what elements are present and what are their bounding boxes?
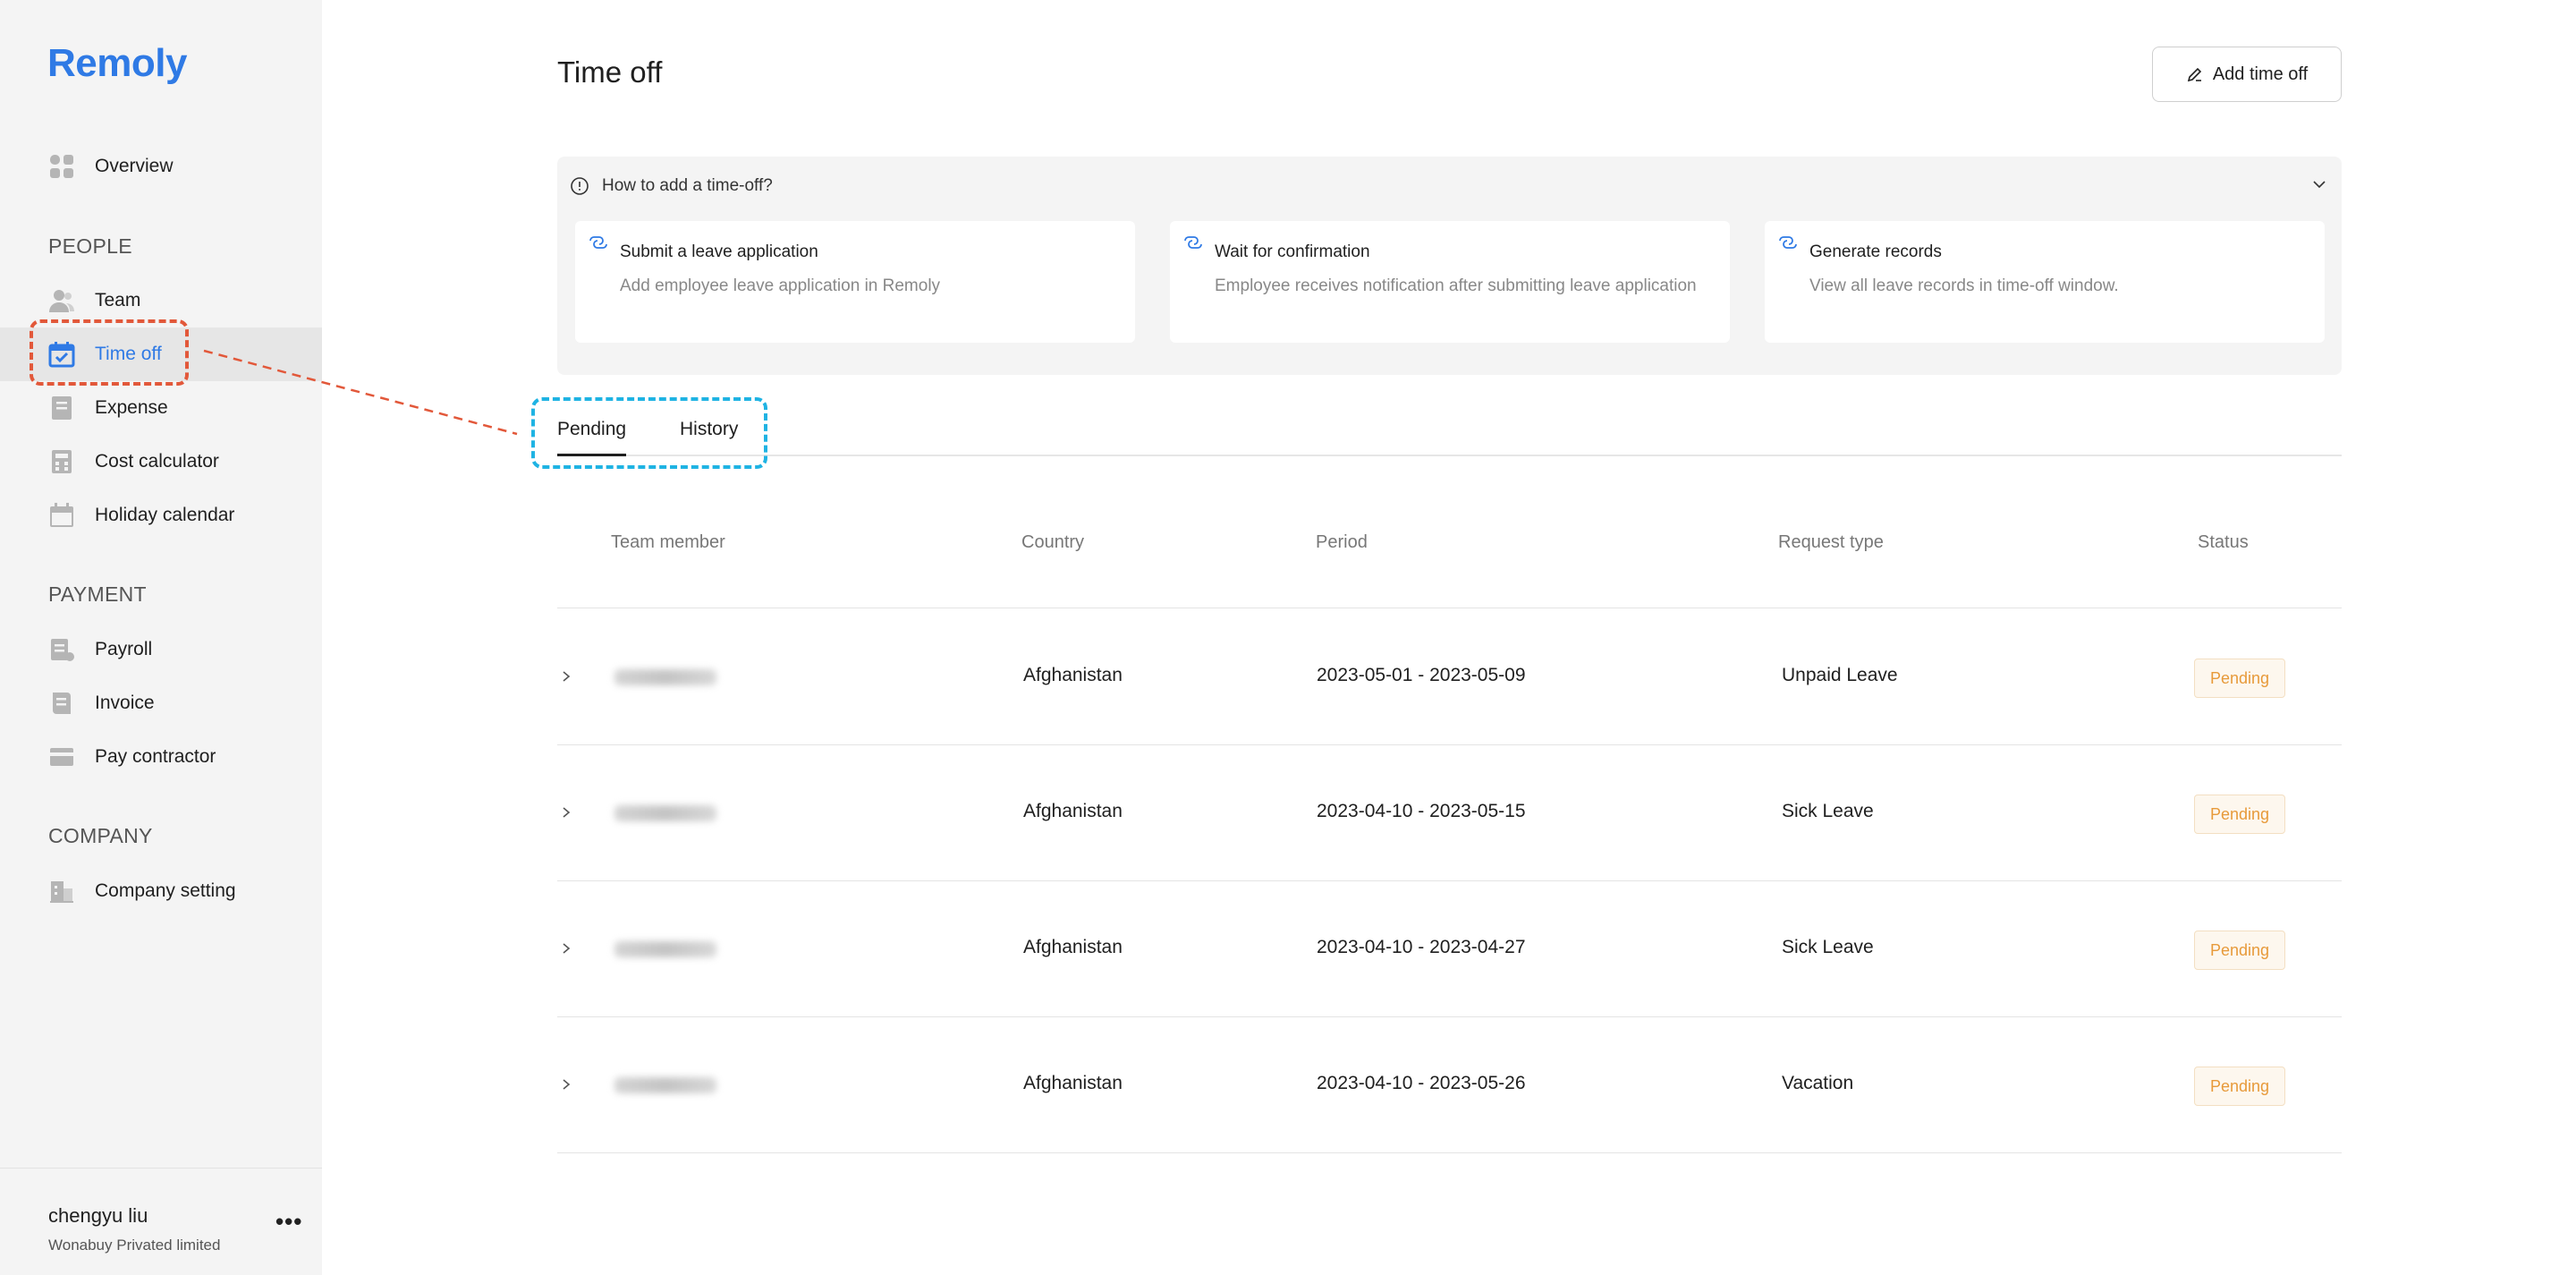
cell-period: 2023-04-10 - 2023-04-27	[1317, 937, 1526, 957]
sidebar-item-overview[interactable]: Overview	[0, 140, 322, 193]
cell-country: Afghanistan	[1023, 801, 1123, 821]
team-member-name-redacted	[614, 941, 716, 957]
table-row[interactable]: Afghanistan 2023-04-10 - 2023-05-15 Sick…	[557, 745, 2342, 881]
cell-period: 2023-04-10 - 2023-05-15	[1317, 801, 1526, 821]
sidebar-item-holiday-calendar[interactable]: Holiday calendar	[0, 489, 322, 542]
cell-country: Afghanistan	[1023, 1073, 1123, 1093]
add-time-off-button[interactable]: Add time off	[2152, 47, 2342, 102]
cell-period: 2023-05-01 - 2023-05-09	[1317, 665, 1526, 685]
grid-icon	[50, 155, 73, 178]
step-title: Submit a leave application	[620, 242, 818, 261]
status-badge: Pending	[2194, 1067, 2285, 1106]
team-member-name-redacted	[614, 669, 716, 685]
step-title: Wait for confirmation	[1215, 242, 1370, 261]
table-row[interactable]: Afghanistan 2023-05-01 - 2023-05-09 Unpa…	[557, 609, 2342, 745]
sidebar-item-cost-calculator[interactable]: Cost calculator	[0, 435, 322, 489]
annotation-highlight-time-off	[30, 319, 189, 386]
chevron-right-icon[interactable]	[557, 937, 575, 960]
how-to-header[interactable]: How to add a time-off?	[570, 173, 773, 200]
sidebar-item-label: Expense	[95, 397, 168, 418]
section-label-payment: PAYMENT	[48, 582, 147, 606]
cell-request-type: Sick Leave	[1782, 937, 1874, 957]
user-profile: chengyu liu Wonabuy Privated limited •••	[0, 1168, 322, 1275]
sidebar-item-label: Overview	[95, 156, 174, 176]
chevron-down-icon[interactable]	[2309, 174, 2329, 194]
calendar-icon	[50, 503, 73, 527]
app-logo[interactable]: Remoly	[47, 41, 187, 86]
cell-request-type: Unpaid Leave	[1782, 665, 1898, 685]
section-label-company: COMPANY	[48, 824, 153, 847]
cell-country: Afghanistan	[1023, 665, 1123, 685]
add-time-off-label: Add time off	[2212, 64, 2309, 84]
how-to-panel: How to add a time-off? Submit a leave ap…	[557, 157, 2342, 375]
info-icon	[571, 177, 589, 195]
sidebar: Remoly Overview PEOPLE Team Time off Exp…	[0, 0, 322, 1275]
link-icon	[1184, 236, 1202, 249]
calculator-icon	[52, 450, 72, 473]
sidebar-item-label: Pay contractor	[95, 746, 216, 767]
chevron-right-icon[interactable]	[557, 1073, 575, 1096]
step-title: Generate records	[1809, 242, 1942, 261]
team-member-name-redacted	[614, 805, 716, 821]
how-to-heading: How to add a time-off?	[602, 176, 773, 195]
status-badge: Pending	[2194, 931, 2285, 970]
time-off-tabs: Pending History	[557, 412, 2342, 456]
column-header-status: Status	[2198, 532, 2249, 552]
user-organization: Wonabuy Privated limited	[48, 1237, 221, 1254]
pencil-icon	[2187, 67, 2201, 82]
step-card: Submit a leave application Add employee …	[575, 221, 1135, 343]
payroll-icon	[51, 639, 74, 661]
card-icon	[50, 748, 73, 766]
sidebar-item-pay-contractor[interactable]: Pay contractor	[0, 730, 322, 784]
sidebar-item-label: Holiday calendar	[95, 505, 235, 525]
sidebar-item-label: Company setting	[95, 880, 236, 901]
column-header-request-type: Request type	[1778, 532, 1884, 552]
sidebar-item-label: Cost calculator	[95, 451, 219, 472]
cell-period: 2023-04-10 - 2023-05-26	[1317, 1073, 1526, 1093]
cell-country: Afghanistan	[1023, 937, 1123, 957]
sidebar-item-label: Invoice	[95, 693, 155, 713]
status-badge: Pending	[2194, 795, 2285, 834]
link-icon	[1779, 236, 1797, 249]
link-icon	[589, 236, 607, 249]
building-icon	[50, 881, 73, 903]
step-description: Add employee leave application in Remoly	[620, 276, 941, 295]
sidebar-item-company-setting[interactable]: Company setting	[0, 864, 322, 918]
page-title: Time off	[557, 55, 663, 89]
step-card: Generate records View all leave records …	[1765, 221, 2325, 343]
invoice-icon	[53, 693, 71, 714]
column-header-country: Country	[1021, 532, 1085, 552]
sidebar-item-label: Team	[95, 290, 141, 310]
status-badge: Pending	[2194, 659, 2285, 698]
sidebar-item-payroll[interactable]: Payroll	[0, 623, 322, 676]
sidebar-item-label: Payroll	[95, 639, 153, 659]
step-description: View all leave records in time-off windo…	[1809, 276, 2119, 295]
chevron-right-icon[interactable]	[557, 665, 575, 688]
section-label-people: PEOPLE	[48, 234, 132, 258]
team-member-name-redacted	[614, 1077, 716, 1093]
cell-request-type: Vacation	[1782, 1073, 1854, 1093]
column-header-period: Period	[1316, 532, 1368, 552]
users-icon	[49, 290, 74, 312]
chevron-right-icon[interactable]	[557, 801, 575, 824]
receipt-icon	[52, 396, 72, 420]
more-options-button[interactable]: •••	[275, 1208, 302, 1236]
step-card: Wait for confirmation Employee receives …	[1170, 221, 1730, 343]
cell-request-type: Sick Leave	[1782, 801, 1874, 821]
step-description: Employee receives notification after sub…	[1215, 276, 1697, 295]
table-row[interactable]: Afghanistan 2023-04-10 - 2023-05-26 Vaca…	[557, 1017, 2342, 1153]
column-header-team-member: Team member	[611, 532, 725, 552]
sidebar-item-invoice[interactable]: Invoice	[0, 676, 322, 730]
table-row[interactable]: Afghanistan 2023-04-10 - 2023-04-27 Sick…	[557, 881, 2342, 1017]
sidebar-item-expense[interactable]: Expense	[0, 381, 322, 435]
user-name: chengyu liu	[48, 1204, 148, 1227]
annotation-highlight-tabs	[531, 397, 767, 469]
